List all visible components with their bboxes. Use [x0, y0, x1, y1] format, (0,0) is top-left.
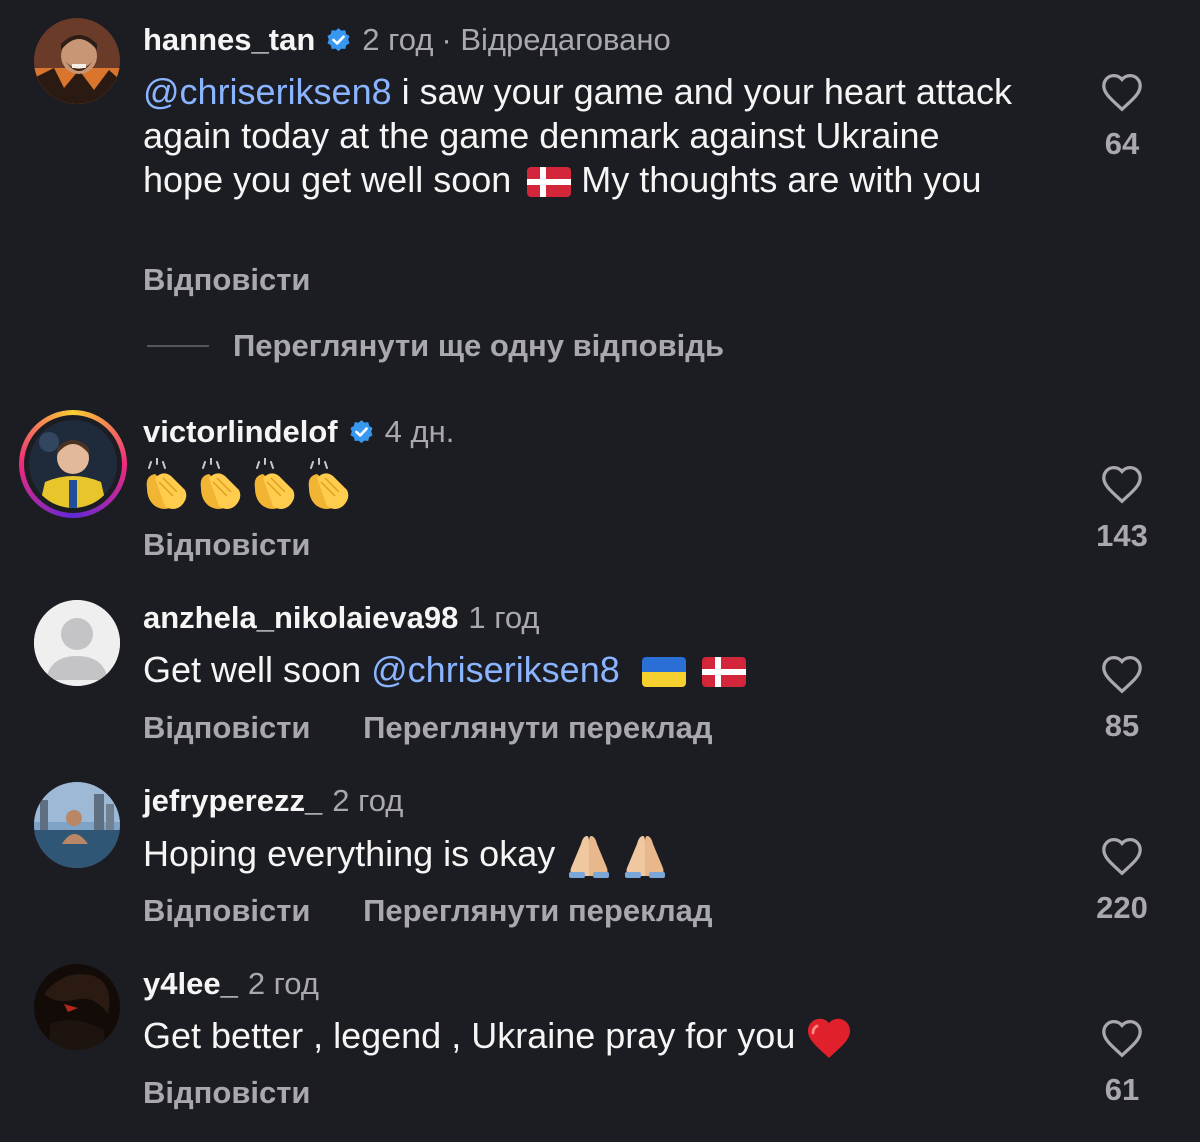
story-ring[interactable] — [19, 410, 127, 518]
like-control: 220 — [1092, 836, 1152, 926]
default-user-icon — [34, 600, 120, 686]
reply-button[interactable]: Відповісти — [143, 262, 311, 297]
heart-icon[interactable] — [1100, 464, 1144, 504]
like-count: 61 — [1104, 1072, 1140, 1107]
comments-list: hannes_tan 2 год · Відредаговано @chrise… — [0, 0, 1200, 1142]
comment-text: Hoping everything is okay — [143, 832, 1023, 880]
like-control: 85 — [1092, 654, 1152, 744]
avatar[interactable] — [34, 18, 120, 104]
praying-hands-icon — [569, 836, 666, 879]
verified-badge-icon — [350, 419, 373, 443]
timestamp: 2 год — [332, 783, 404, 818]
comment-actions: Відповісти Переглянути переклад — [143, 893, 757, 929]
comment-header: anzhela_nikolaieva98 1 год — [143, 598, 539, 638]
clapping-hands-icon — [146, 457, 350, 510]
comment-actions: Відповісти — [143, 527, 355, 563]
timestamp: 4 дн. — [384, 414, 455, 449]
ukraine-flag-icon — [641, 657, 686, 688]
heart-icon[interactable] — [1100, 836, 1144, 876]
mention-link[interactable]: @chriseriksen8 — [371, 649, 620, 690]
comment-text: Get well soon @chriseriksen8 — [143, 648, 1023, 692]
comment-actions: Відповісти — [143, 1075, 355, 1111]
heart-icon[interactable] — [1100, 1018, 1144, 1058]
username[interactable]: anzhela_nikolaieva98 — [143, 598, 458, 638]
avatar[interactable] — [34, 600, 120, 686]
like-count: 220 — [1096, 890, 1148, 925]
like-control: 64 — [1092, 72, 1152, 162]
comment-header: victorlindelof 4 дн. — [143, 412, 454, 452]
view-more-label: Переглянути ще одну відповідь — [233, 328, 725, 363]
translate-button[interactable]: Переглянути переклад — [363, 710, 712, 745]
comment-text: Get better , legend , Ukraine pray for y… — [143, 1014, 1023, 1060]
comment-actions: Відповісти Переглянути переклад — [143, 710, 757, 746]
comment-actions: Відповісти — [143, 262, 355, 298]
username[interactable]: y4lee_ — [143, 964, 238, 1004]
reply-button[interactable]: Відповісти — [143, 893, 311, 928]
username[interactable]: hannes_tan — [143, 20, 315, 60]
translate-button[interactable]: Переглянути переклад — [363, 893, 712, 928]
denmark-flag-icon — [527, 167, 572, 198]
comment-text — [143, 457, 1023, 512]
reply-button[interactable]: Відповісти — [143, 527, 311, 562]
timestamp: 2 год — [362, 22, 434, 57]
username[interactable]: victorlindelof — [143, 412, 338, 452]
like-count: 143 — [1096, 518, 1148, 553]
avatar[interactable] — [34, 964, 120, 1050]
view-more-replies[interactable]: Переглянути ще одну відповідь — [147, 328, 724, 364]
verified-badge-icon — [327, 27, 350, 51]
comment-header: jefryperezz_ 2 год — [143, 781, 403, 821]
avatar[interactable] — [34, 782, 120, 868]
divider — [147, 345, 209, 347]
denmark-flag-icon — [701, 657, 746, 688]
like-count: 64 — [1104, 126, 1140, 161]
timestamp: 1 год — [468, 600, 540, 635]
reply-button[interactable]: Відповісти — [143, 710, 311, 745]
edited-label: · Відредаговано — [441, 22, 671, 57]
like-control: 61 — [1092, 1018, 1152, 1108]
red-heart-icon — [808, 1019, 851, 1059]
mention-link[interactable]: @chriseriksen8 — [143, 71, 392, 112]
heart-icon[interactable] — [1100, 72, 1144, 112]
comment-header: y4lee_ 2 год — [143, 964, 319, 1004]
comment-header: hannes_tan 2 год · Відредаговано — [143, 20, 671, 60]
like-count: 85 — [1104, 708, 1140, 743]
comment-text: @chriseriksen8 i saw your game and your … — [143, 71, 1012, 200]
heart-icon[interactable] — [1100, 654, 1144, 694]
like-control: 143 — [1092, 464, 1152, 554]
username[interactable]: jefryperezz_ — [143, 781, 322, 821]
reply-button[interactable]: Відповісти — [143, 1075, 311, 1110]
avatar — [29, 420, 117, 508]
timestamp: 2 год — [247, 966, 319, 1001]
